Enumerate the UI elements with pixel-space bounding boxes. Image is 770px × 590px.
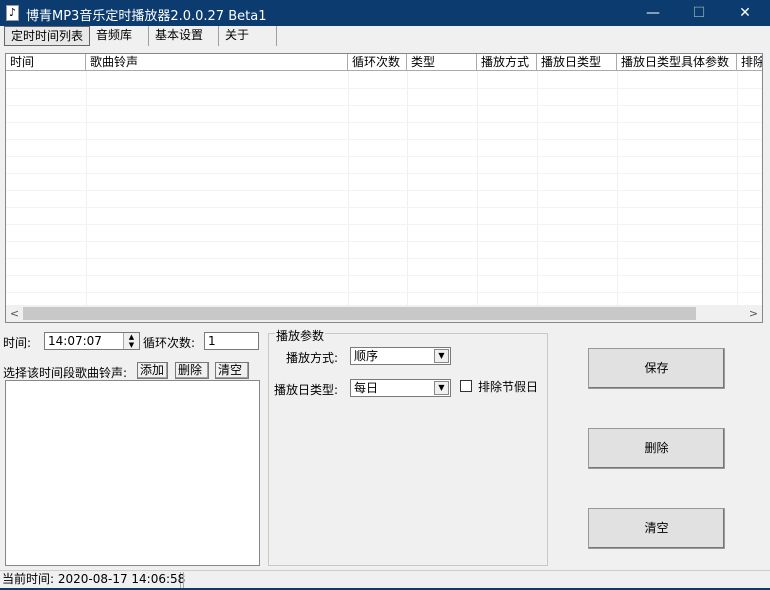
- column-header-loop-count[interactable]: 循环次数: [348, 54, 407, 71]
- save-button[interactable]: 保存: [588, 348, 725, 389]
- column-header-exclude[interactable]: 排除: [737, 54, 762, 71]
- time-value: 14:07:07: [48, 334, 102, 348]
- close-button[interactable]: ✕: [722, 0, 768, 26]
- add-song-button[interactable]: 添加: [137, 362, 168, 379]
- minimize-button[interactable]: —: [630, 0, 676, 26]
- loop-count-label: 循环次数:: [143, 336, 196, 350]
- dropdown-arrow-icon[interactable]: ▼: [434, 349, 449, 363]
- loop-count-input[interactable]: 1: [204, 332, 259, 350]
- window-title: 博青MP3音乐定时播放器2.0.0.27 Beta1: [26, 9, 267, 24]
- play-mode-label: 播放方式:: [286, 351, 339, 365]
- delete-song-button[interactable]: 删除: [175, 362, 209, 379]
- play-params-title: 播放参数: [275, 327, 326, 344]
- time-label: 时间:: [3, 336, 32, 350]
- scrollbar-thumb[interactable]: [23, 307, 696, 320]
- tab-basic-settings[interactable]: 基本设置: [149, 26, 219, 46]
- maximize-button[interactable]: ☐: [676, 0, 722, 26]
- day-type-label: 播放日类型:: [274, 383, 339, 397]
- exclude-holiday-checkbox[interactable]: [460, 380, 472, 392]
- column-header-day-type[interactable]: 播放日类型: [537, 54, 617, 71]
- column-header-play-mode[interactable]: 播放方式: [477, 54, 537, 71]
- tab-audio-library[interactable]: 音频库: [90, 26, 149, 46]
- title-bar: ♪ 博青MP3音乐定时播放器2.0.0.27 Beta1 — ☐ ✕: [0, 0, 770, 26]
- delete-button[interactable]: 删除: [588, 428, 725, 469]
- horizontal-scrollbar[interactable]: < >: [6, 305, 762, 322]
- column-header-day-params[interactable]: 播放日类型具体参数: [617, 54, 737, 71]
- play-params-group: 播放参数: [268, 327, 548, 566]
- tab-about[interactable]: 关于: [219, 26, 277, 46]
- schedule-table[interactable]: 时间 歌曲铃声 循环次数 类型 播放方式 播放日类型 播放日类型具体参数 排除 …: [5, 53, 763, 323]
- scroll-right-icon[interactable]: >: [745, 305, 762, 322]
- time-input[interactable]: 14:07:07 ▲ ▼: [44, 332, 140, 350]
- scroll-left-icon[interactable]: <: [6, 305, 23, 322]
- column-header-type[interactable]: 类型: [407, 54, 477, 71]
- current-time-status: 当前时间: 2020-08-17 14:06:58: [2, 572, 186, 588]
- status-panel: [183, 572, 770, 588]
- play-mode-value: 顺序: [354, 349, 379, 363]
- column-header-song[interactable]: 歌曲铃声: [86, 54, 348, 71]
- clear-songs-button[interactable]: 清空: [215, 362, 249, 379]
- status-bar: 当前时间: 2020-08-17 14:06:58: [0, 570, 770, 588]
- day-type-value: 每日: [354, 381, 379, 395]
- app-music-icon: ♪: [6, 5, 19, 21]
- clear-button[interactable]: 清空: [588, 508, 725, 549]
- day-type-select[interactable]: 每日 ▼: [350, 379, 451, 397]
- exclude-holiday-label: 排除节假日: [478, 380, 539, 394]
- dropdown-arrow-icon[interactable]: ▼: [434, 381, 449, 395]
- tab-schedule-list[interactable]: 定时时间列表: [4, 26, 91, 46]
- play-mode-select[interactable]: 顺序 ▼: [350, 347, 451, 365]
- songs-label: 选择该时间段歌曲铃声:: [3, 366, 128, 380]
- songs-listbox[interactable]: [5, 380, 260, 566]
- column-header-time[interactable]: 时间: [6, 54, 86, 71]
- time-spinner[interactable]: ▲ ▼: [123, 333, 139, 349]
